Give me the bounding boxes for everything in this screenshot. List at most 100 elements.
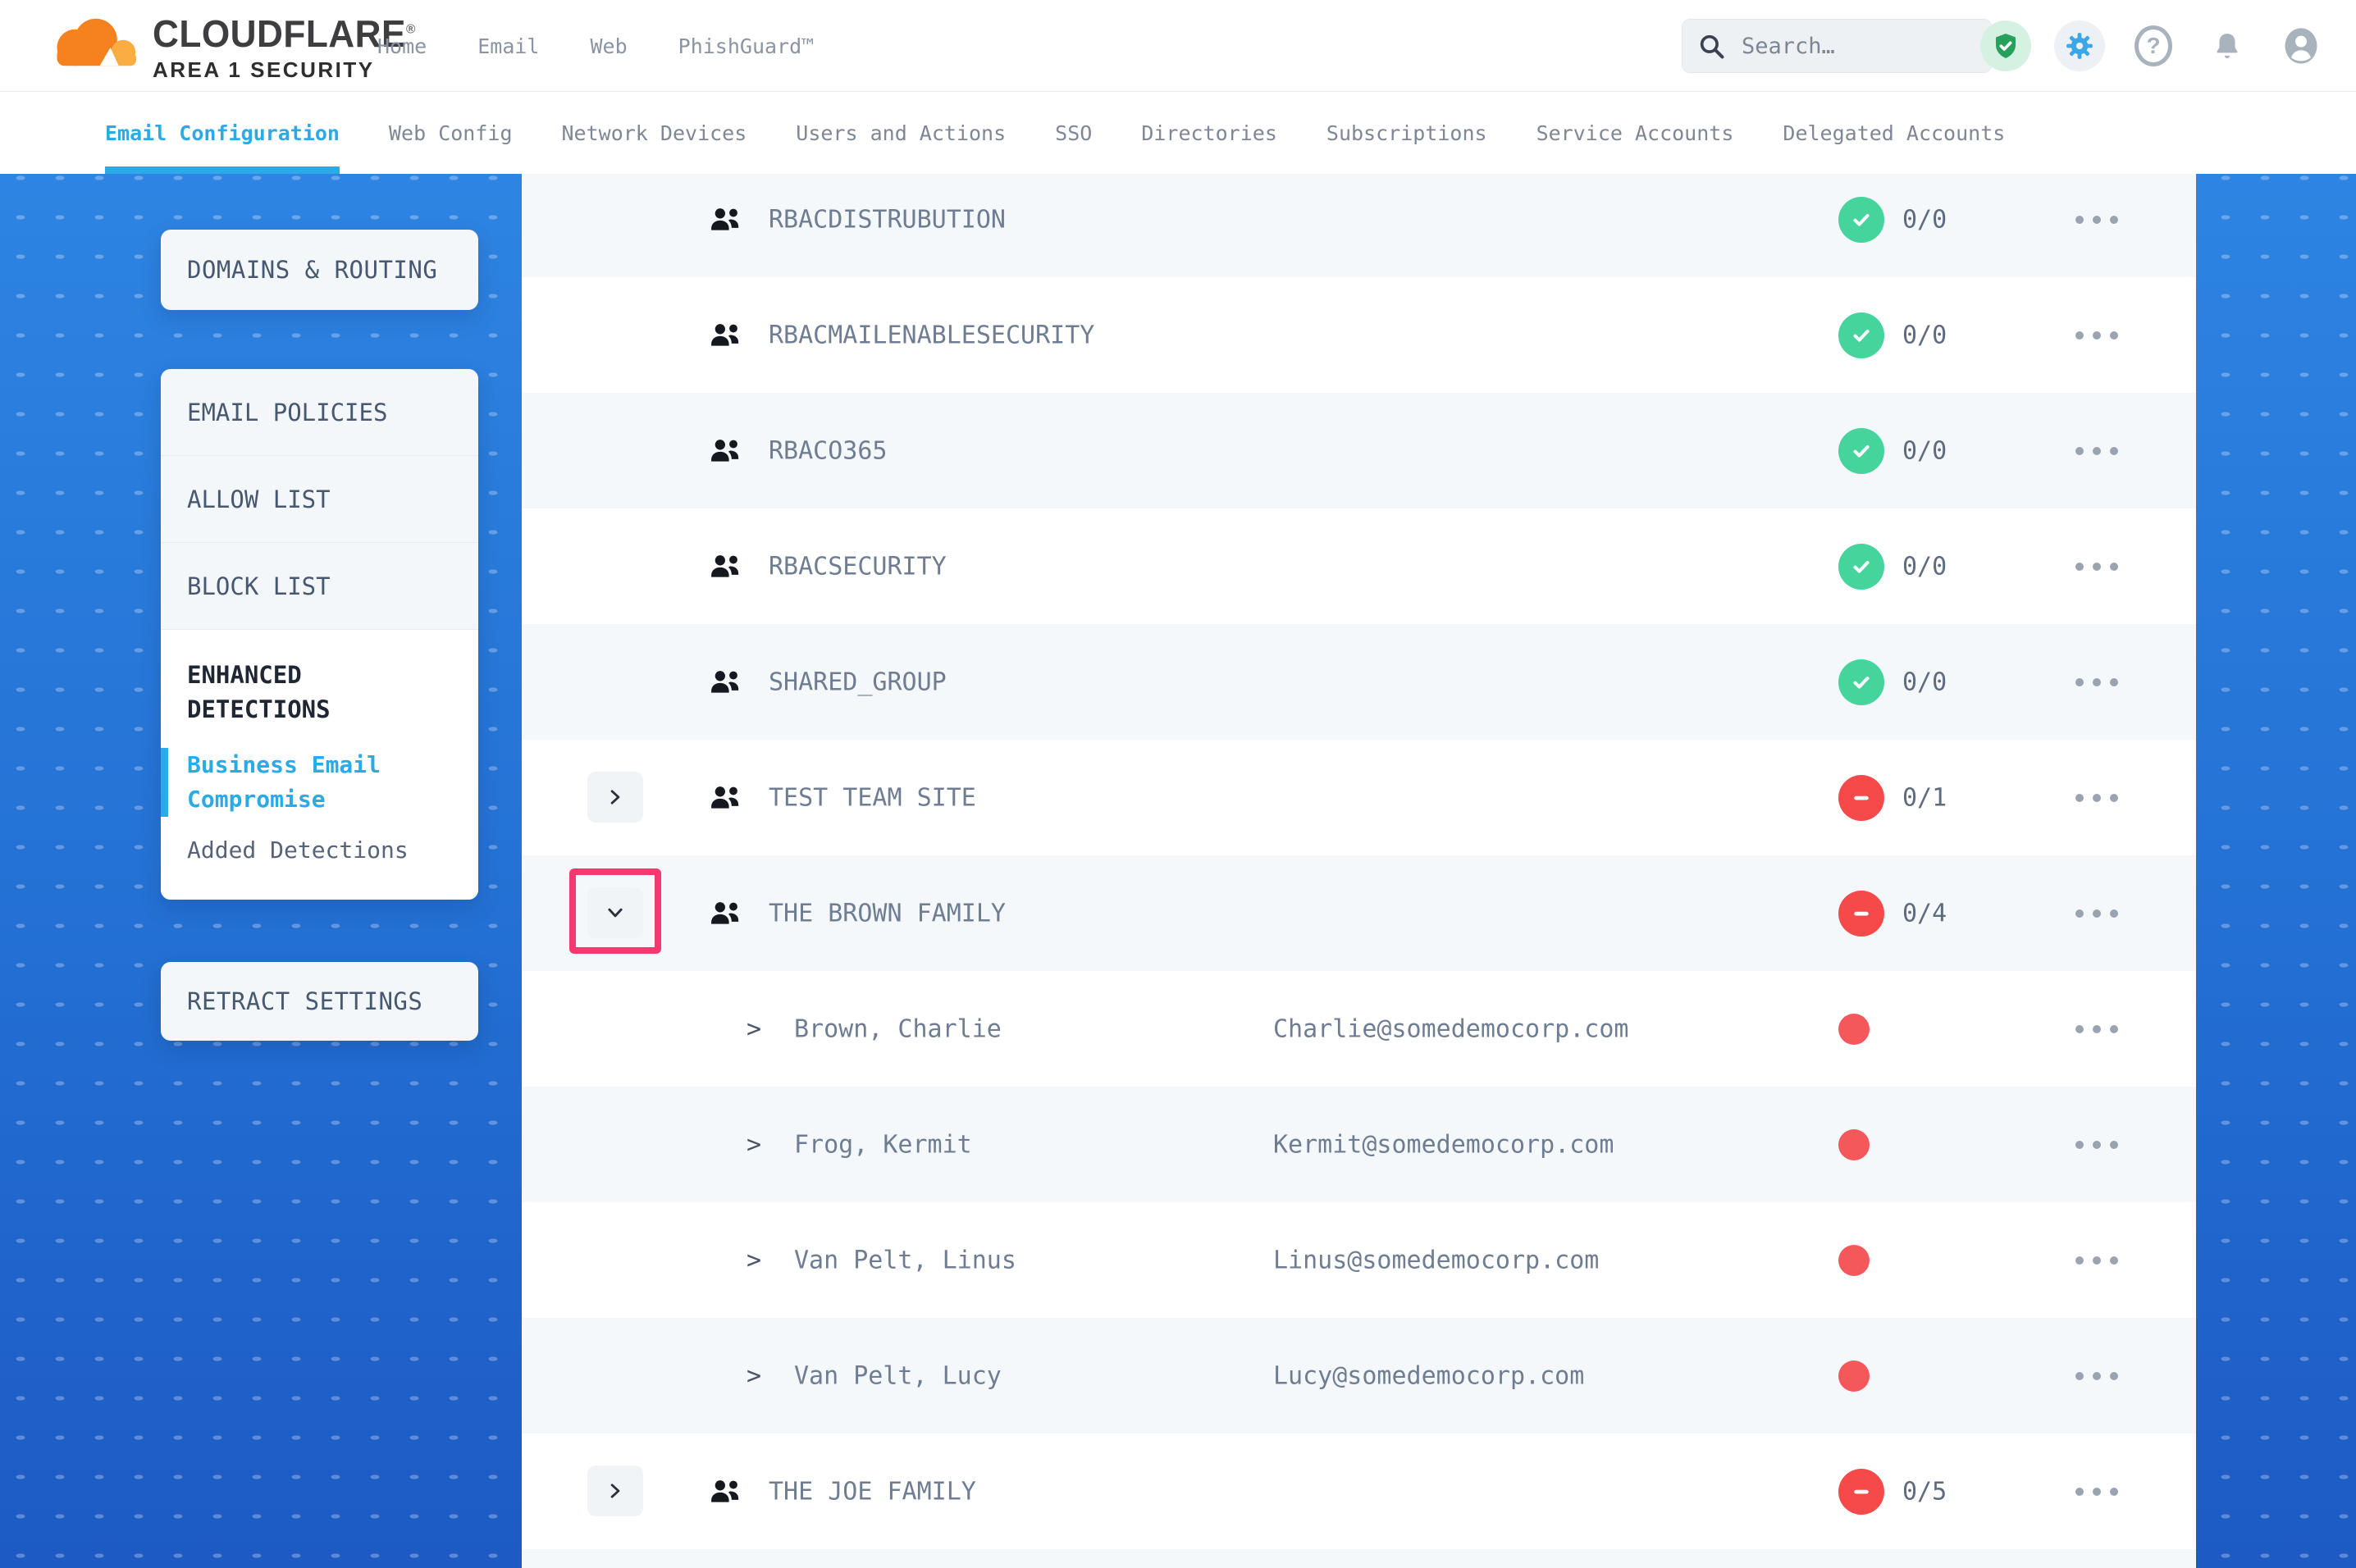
tab-service-accounts[interactable]: Service Accounts	[1536, 92, 1734, 174]
group-icon	[709, 552, 742, 581]
sidebar-item-retract-settings[interactable]: RETRACT SETTINGS	[161, 962, 478, 1041]
status-blocked-badge	[1838, 1469, 1884, 1515]
status-blocked-badge	[1838, 891, 1884, 937]
status-blocked-dot	[1838, 1129, 1870, 1160]
more-actions-button[interactable]	[2069, 903, 2125, 924]
more-actions-button[interactable]	[2069, 1250, 2125, 1271]
more-actions-button[interactable]	[2069, 1365, 2125, 1387]
cloudflare-logo[interactable]: CLOUDFLARE® AREA 1 SECURITY	[44, 11, 427, 83]
nav-home[interactable]: Home	[377, 34, 427, 58]
security-status-button[interactable]	[1980, 21, 2031, 71]
help-button[interactable]: ?	[2128, 21, 2179, 71]
notifications-button[interactable]	[2202, 21, 2253, 71]
status-blocked-badge	[1838, 775, 1884, 821]
sidebar-item-business-email-compromise[interactable]: Business Email Compromise	[161, 748, 431, 817]
group-icon	[709, 205, 742, 234]
sidebar-item-enhanced-detections[interactable]: ENHANCED DETECTIONS	[161, 658, 440, 727]
nav-phishguard[interactable]: PhishGuard™	[678, 34, 815, 58]
more-actions-button[interactable]	[2069, 556, 2125, 577]
more-actions-button[interactable]	[2069, 1134, 2125, 1155]
member-count: 0/0	[1902, 436, 1947, 465]
member-email: Lucy@somedemocorp.com	[1273, 1361, 1584, 1390]
group-row[interactable]: THE BROWN FAMILY 0/4	[522, 855, 2196, 971]
group-name: RBACMAILENABLESECURITY	[769, 321, 1094, 349]
member-count: 0/1	[1902, 783, 1947, 812]
group-table: RBACDISTRUBUTION 0/0 RBACMAILENABLESECUR…	[522, 174, 2196, 1568]
brand-name: CLOUDFLARE	[153, 12, 406, 55]
member-name: Frog, Kermit	[794, 1130, 972, 1159]
more-actions-button[interactable]	[2069, 1019, 2125, 1040]
settings-button[interactable]	[2054, 21, 2105, 71]
search-box	[1682, 19, 1992, 73]
expand-group-button[interactable]	[587, 1465, 643, 1516]
chevron-right-icon: >	[747, 1130, 761, 1159]
status-allowed-badge	[1838, 197, 1884, 243]
member-name: Brown, Charlie	[794, 1014, 1002, 1043]
expand-group-button[interactable]	[587, 772, 643, 823]
tab-web-config[interactable]: Web Config	[389, 92, 513, 174]
more-actions-button[interactable]	[2069, 672, 2125, 693]
tab-network-devices[interactable]: Network Devices	[562, 92, 747, 174]
member-name: Van Pelt, Lucy	[794, 1361, 1002, 1390]
tab-delegated-accounts[interactable]: Delegated Accounts	[1783, 92, 2005, 174]
chevron-right-icon: >	[747, 1246, 761, 1274]
group-row[interactable]: RBACDISTRUBUTION 0/0	[522, 174, 2196, 277]
group-row[interactable]: THE JOE FAMILY 0/5	[522, 1434, 2196, 1549]
chevron-right-icon: >	[747, 1361, 761, 1390]
group-icon	[709, 321, 742, 349]
status-allowed-badge	[1838, 312, 1884, 358]
sidebar-item-domains-routing[interactable]: DOMAINS & ROUTING	[161, 230, 478, 310]
tab-users-and-actions[interactable]: Users and Actions	[796, 92, 1006, 174]
sidebar-item-allow-list[interactable]: ALLOW LIST	[161, 456, 478, 543]
search-input[interactable]	[1742, 34, 1955, 59]
content-panel: RBACDISTRUBUTION 0/0 RBACMAILENABLESECUR…	[522, 174, 2196, 1568]
cloudflare-cloud-icon	[44, 16, 144, 80]
sidebar-item-email-policies[interactable]: EMAIL POLICIES	[161, 369, 478, 456]
group-name: RBACSECURITY	[769, 552, 947, 581]
member-row[interactable]: >Frog, KermitKermit@somedemocorp.com	[522, 1087, 2196, 1202]
tab-subscriptions[interactable]: Subscriptions	[1326, 92, 1487, 174]
status-allowed-badge	[1838, 544, 1884, 590]
group-row[interactable]: RBACO365 0/0	[522, 393, 2196, 508]
more-actions-button[interactable]	[2069, 209, 2125, 230]
account-button[interactable]	[2276, 21, 2326, 71]
group-name: SHARED_GROUP	[769, 668, 947, 696]
enhanced-detections-section: ENHANCED DETECTIONS Business Email Compr…	[161, 630, 478, 900]
status-blocked-dot	[1838, 1245, 1870, 1276]
nav-web[interactable]: Web	[590, 34, 627, 58]
member-row[interactable]: >Brown, CharlieCharlie@somedemocorp.com	[522, 971, 2196, 1087]
tab-directories[interactable]: Directories	[1141, 92, 1277, 174]
member-count: 0/0	[1902, 321, 1947, 349]
tab-sso[interactable]: SSO	[1055, 92, 1092, 174]
highlight-box	[569, 868, 661, 954]
search-icon	[1697, 32, 1725, 60]
member-count: 0/4	[1902, 899, 1947, 928]
sidebar-item-added-detections[interactable]: Added Detections	[161, 836, 452, 864]
group-icon	[709, 899, 742, 928]
member-email: Charlie@somedemocorp.com	[1273, 1014, 1628, 1043]
more-actions-button[interactable]	[2069, 787, 2125, 809]
more-actions-button[interactable]	[2069, 1481, 2125, 1502]
domains-routing-label: DOMAINS & ROUTING	[161, 256, 437, 284]
status-allowed-badge	[1838, 428, 1884, 474]
member-row[interactable]: >Van Pelt, LinusLinus@somedemocorp.com	[522, 1202, 2196, 1318]
member-email: Linus@somedemocorp.com	[1273, 1246, 1599, 1274]
status-blocked-dot	[1838, 1014, 1870, 1045]
more-actions-button[interactable]	[2069, 325, 2125, 346]
sidebar-item-block-list[interactable]: BLOCK LIST	[161, 543, 478, 630]
tab-email-configuration[interactable]: Email Configuration	[105, 92, 340, 174]
group-row[interactable]: TEST TEAM SITE 0/1	[522, 740, 2196, 855]
policy-items: EMAIL POLICIESALLOW LISTBLOCK LIST	[161, 369, 478, 630]
more-actions-button[interactable]	[2069, 440, 2125, 462]
group-name: RBACDISTRUBUTION	[769, 205, 1006, 234]
nav-email[interactable]: Email	[477, 34, 539, 58]
member-count: 0/0	[1902, 668, 1947, 696]
group-row[interactable]: RBACSECURITY 0/0	[522, 508, 2196, 624]
group-row[interactable]: SHARED_GROUP 0/0	[522, 624, 2196, 740]
group-name: RBACO365	[769, 436, 888, 465]
member-row[interactable]: > Van Pelt, Lucy Lucy@somedemocorp.com	[522, 1318, 2196, 1434]
help-icon: ?	[2135, 25, 2172, 66]
group-row[interactable]: RBACMAILENABLESECURITY 0/0	[522, 277, 2196, 393]
page-background: CLOUDFLARE® AREA 1 SECURITY Home Email Web…	[0, 0, 2356, 1568]
bell-icon	[2212, 30, 2243, 62]
